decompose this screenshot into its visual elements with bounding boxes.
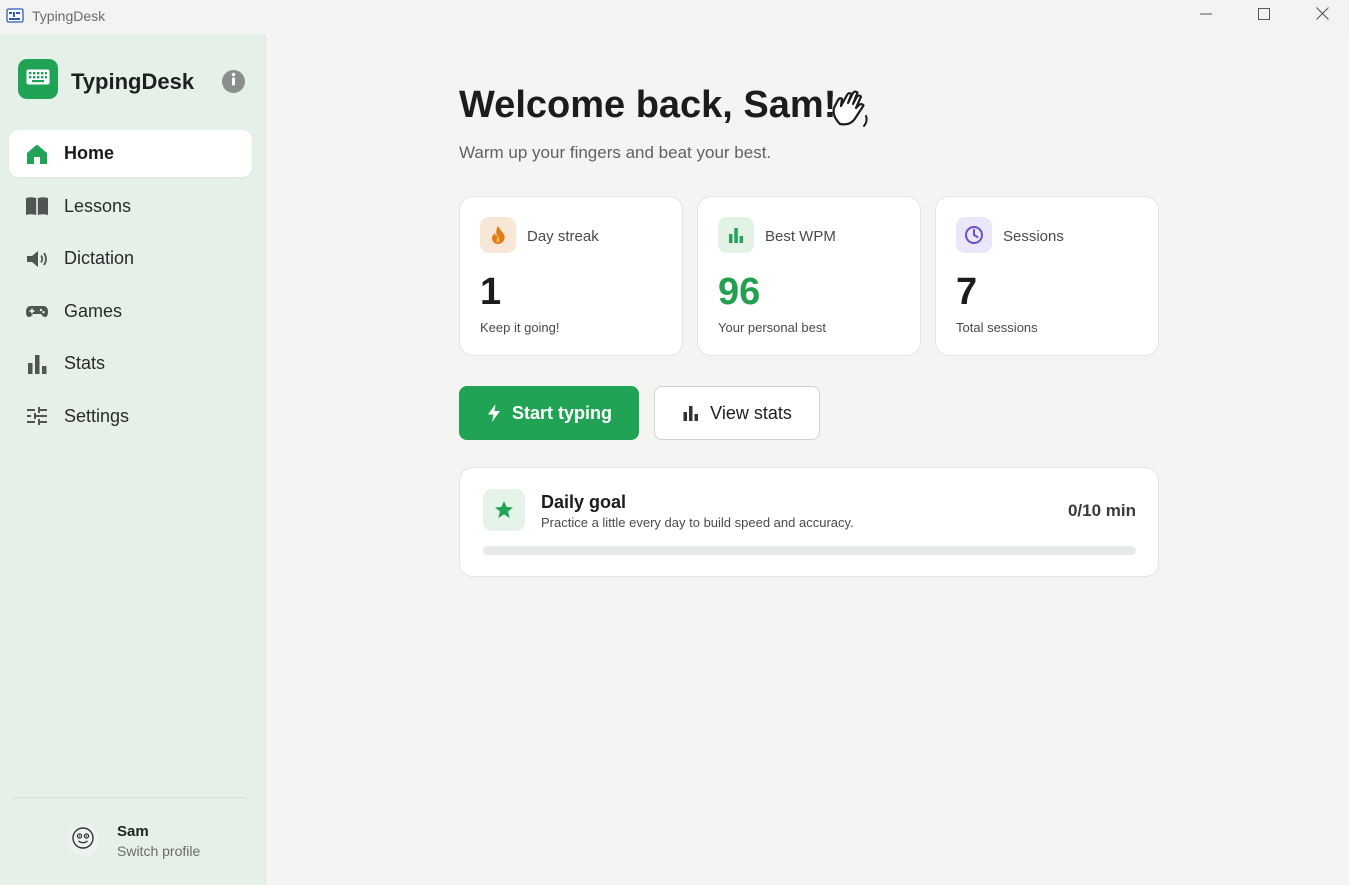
page-subtitle: Warm up your fingers and beat your best.	[459, 143, 772, 162]
typewriter-icon	[6, 8, 24, 24]
home-icon	[25, 142, 49, 166]
bar-chart-icon	[682, 404, 700, 422]
goal-description: Practice a little every day to build spe…	[541, 515, 854, 530]
sidebar-item-label: Stats	[64, 353, 106, 373]
sidebar-item-label: Home	[64, 143, 115, 163]
info-icon	[222, 68, 245, 96]
page-title: Welcome back, Sam!	[459, 84, 837, 126]
goal-progress-text: 0/10 min	[1067, 501, 1136, 520]
sidebar-item-label: Settings	[64, 405, 130, 426]
stat-label: Best WPM	[765, 228, 836, 245]
star-icon	[483, 489, 525, 531]
stat-caption: Your personal best	[718, 320, 826, 335]
sidebar-item-lessons[interactable]: Lessons	[9, 183, 252, 230]
waving-hand-icon	[826, 86, 872, 132]
sidebar-nav: Home Lessons Dictation Games Stats Setti…	[9, 130, 252, 445]
gamepad-icon	[25, 299, 49, 323]
sidebar-item-games[interactable]: Games	[9, 288, 252, 335]
profile-name: Sam	[117, 823, 149, 840]
sidebar-divider	[13, 797, 247, 798]
sidebar-item-label: Dictation	[64, 248, 135, 268]
sidebar-item-settings[interactable]: Settings	[9, 393, 252, 440]
smiley-icon	[71, 826, 95, 855]
sidebar-item-stats[interactable]: Stats	[9, 340, 252, 387]
stat-card-sessions: Sessions 7 Total sessions	[935, 196, 1159, 356]
switch-profile-label: Switch profile	[117, 843, 201, 859]
lightning-icon	[486, 403, 502, 423]
brand-logo	[18, 59, 58, 99]
main-content: Welcome back, Sam! Warm up your fingers …	[266, 34, 1349, 885]
sidebar-item-label: Games	[64, 300, 123, 321]
profile-switcher[interactable]: Sam Switch profile	[0, 814, 266, 874]
clock-icon	[956, 217, 992, 253]
close-icon	[1315, 7, 1329, 25]
start-typing-label: Start typing	[511, 402, 612, 423]
bar-chart-icon	[718, 217, 754, 253]
minimize-icon	[1200, 7, 1212, 25]
window-title: TypingDesk	[32, 8, 106, 24]
keyboard-icon	[26, 69, 50, 90]
sidebar-item-home[interactable]: Home	[9, 130, 252, 177]
maximize-icon	[1258, 7, 1270, 25]
stat-label: Sessions	[1003, 228, 1064, 245]
view-stats-button[interactable]: View stats	[654, 386, 820, 440]
sidebar-item-dictation[interactable]: Dictation	[9, 235, 252, 282]
brand-name: TypingDesk	[71, 69, 195, 94]
title-bar: TypingDesk	[0, 0, 1349, 34]
info-button[interactable]	[222, 70, 245, 93]
stat-caption: Total sessions	[956, 320, 1038, 335]
sliders-icon	[25, 404, 49, 428]
stat-label: Day streak	[527, 228, 599, 245]
goal-title: Daily goal	[541, 492, 627, 512]
stat-value: 7	[956, 271, 978, 313]
avatar	[67, 824, 99, 856]
speaker-icon	[25, 247, 49, 271]
close-button[interactable]	[1293, 0, 1349, 32]
stat-value: 1	[480, 271, 502, 313]
flame-icon	[480, 217, 516, 253]
sidebar: TypingDesk Home Lessons Dictation Games …	[0, 34, 266, 885]
daily-goal-card: Daily goal Practice a little every day t…	[459, 467, 1159, 577]
goal-progress-bar	[483, 546, 1136, 555]
sidebar-item-label: Lessons	[64, 195, 132, 216]
stat-card-day-streak: Day streak 1 Keep it going!	[459, 196, 683, 356]
minimize-button[interactable]	[1177, 0, 1235, 32]
book-icon	[25, 194, 49, 218]
stat-caption: Keep it going!	[480, 320, 560, 335]
stat-value: 96	[718, 271, 761, 313]
view-stats-label: View stats	[710, 402, 792, 423]
start-typing-button[interactable]: Start typing	[459, 386, 639, 440]
maximize-button[interactable]	[1235, 0, 1293, 32]
stat-card-best-wpm: Best WPM 96 Your personal best	[697, 196, 921, 356]
bar-chart-icon	[25, 352, 49, 376]
